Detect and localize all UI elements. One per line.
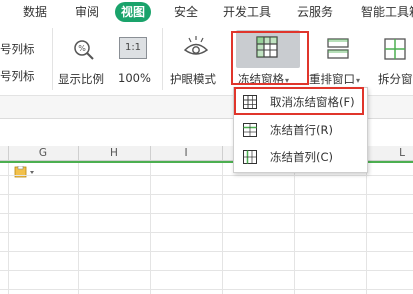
tab-cloud-service[interactable]: 云服务 bbox=[297, 2, 333, 22]
ribbon-view-panel: 号列标 号列标 % 显示比例 1:1 100% 护眼模式 冻结窗格▾ 重排窗口▾… bbox=[0, 24, 413, 94]
zoom-display-label: 显示比例 bbox=[58, 72, 104, 86]
spreadsheet-grid[interactable] bbox=[0, 163, 413, 294]
gridline bbox=[0, 232, 413, 233]
ribbon-divider bbox=[162, 28, 163, 90]
tab-view[interactable]: 视图 bbox=[115, 2, 152, 22]
svg-text:%: % bbox=[78, 44, 86, 53]
gridline bbox=[294, 163, 295, 294]
tab-review[interactable]: 审阅 bbox=[75, 2, 99, 22]
eye-protection-mode-label: 护眼模式 bbox=[170, 72, 216, 86]
menu-item-freeze-first-column-label: 冻结首列(C) bbox=[270, 150, 334, 164]
gridline bbox=[0, 270, 413, 271]
column-header-h[interactable]: H bbox=[78, 146, 150, 160]
gridline bbox=[0, 251, 413, 252]
gridline bbox=[366, 163, 367, 294]
zoom-display-button[interactable]: % 显示比例 bbox=[58, 28, 110, 92]
show-row-col-numbers-option[interactable]: 号列标 bbox=[0, 68, 35, 84]
menu-item-freeze-top-row-label: 冻结首行(R) bbox=[270, 123, 333, 137]
tab-smart-toolbox[interactable]: 智能工具箱 bbox=[361, 2, 413, 22]
freeze-panes-highlight-box bbox=[231, 31, 309, 85]
menu-item-freeze-first-column[interactable]: 冻结首列(C) bbox=[234, 145, 367, 169]
rearrange-windows-button[interactable]: 重排窗口▾ bbox=[308, 28, 368, 92]
dropdown-caret-icon: ▾ bbox=[356, 76, 361, 85]
zoom-100-icon: 1:1 bbox=[119, 37, 147, 59]
rearrange-windows-icon bbox=[327, 38, 349, 59]
gridline bbox=[0, 194, 413, 195]
eye-protection-mode-button[interactable]: 护眼模式 bbox=[168, 28, 222, 92]
column-header-i[interactable]: I bbox=[150, 146, 222, 160]
ribbon-divider bbox=[52, 28, 53, 90]
tab-security[interactable]: 安全 bbox=[174, 2, 198, 22]
unfreeze-menu-item-highlight-box bbox=[234, 87, 364, 115]
gridline bbox=[0, 175, 413, 176]
magnifier-percent-icon: % bbox=[74, 40, 94, 60]
split-window-icon bbox=[384, 38, 406, 60]
gridline bbox=[78, 163, 79, 294]
gridline bbox=[8, 163, 9, 294]
eye-icon bbox=[183, 36, 209, 55]
tab-developer-tools[interactable]: 开发工具 bbox=[223, 2, 271, 22]
freeze-top-row-icon bbox=[243, 123, 257, 137]
split-window-label: 拆分窗 bbox=[378, 72, 413, 86]
column-header-g[interactable]: G bbox=[8, 146, 78, 160]
column-header-l[interactable]: L bbox=[366, 146, 413, 160]
ribbon-tab-bar: 数据 审阅 视图 安全 开发工具 云服务 智能工具箱 bbox=[0, 0, 413, 24]
gridline bbox=[0, 213, 413, 214]
freeze-first-column-icon bbox=[243, 150, 257, 164]
tab-data[interactable]: 数据 bbox=[23, 2, 47, 22]
gridline bbox=[0, 289, 413, 290]
column-separator bbox=[222, 146, 223, 160]
menu-item-freeze-top-row[interactable]: 冻结首行(R) bbox=[234, 118, 367, 142]
zoom-100-label: 100% bbox=[118, 71, 151, 85]
rearrange-windows-label: 重排窗口▾ bbox=[309, 71, 360, 87]
rearrange-windows-label-text: 重排窗口 bbox=[309, 72, 355, 86]
gridline bbox=[222, 163, 223, 294]
show-row-col-headers-option[interactable]: 号列标 bbox=[0, 41, 35, 57]
gridline bbox=[150, 163, 151, 294]
zoom-100-button[interactable]: 1:1 100% bbox=[114, 28, 154, 92]
split-window-button[interactable]: 拆分窗 bbox=[372, 28, 413, 92]
